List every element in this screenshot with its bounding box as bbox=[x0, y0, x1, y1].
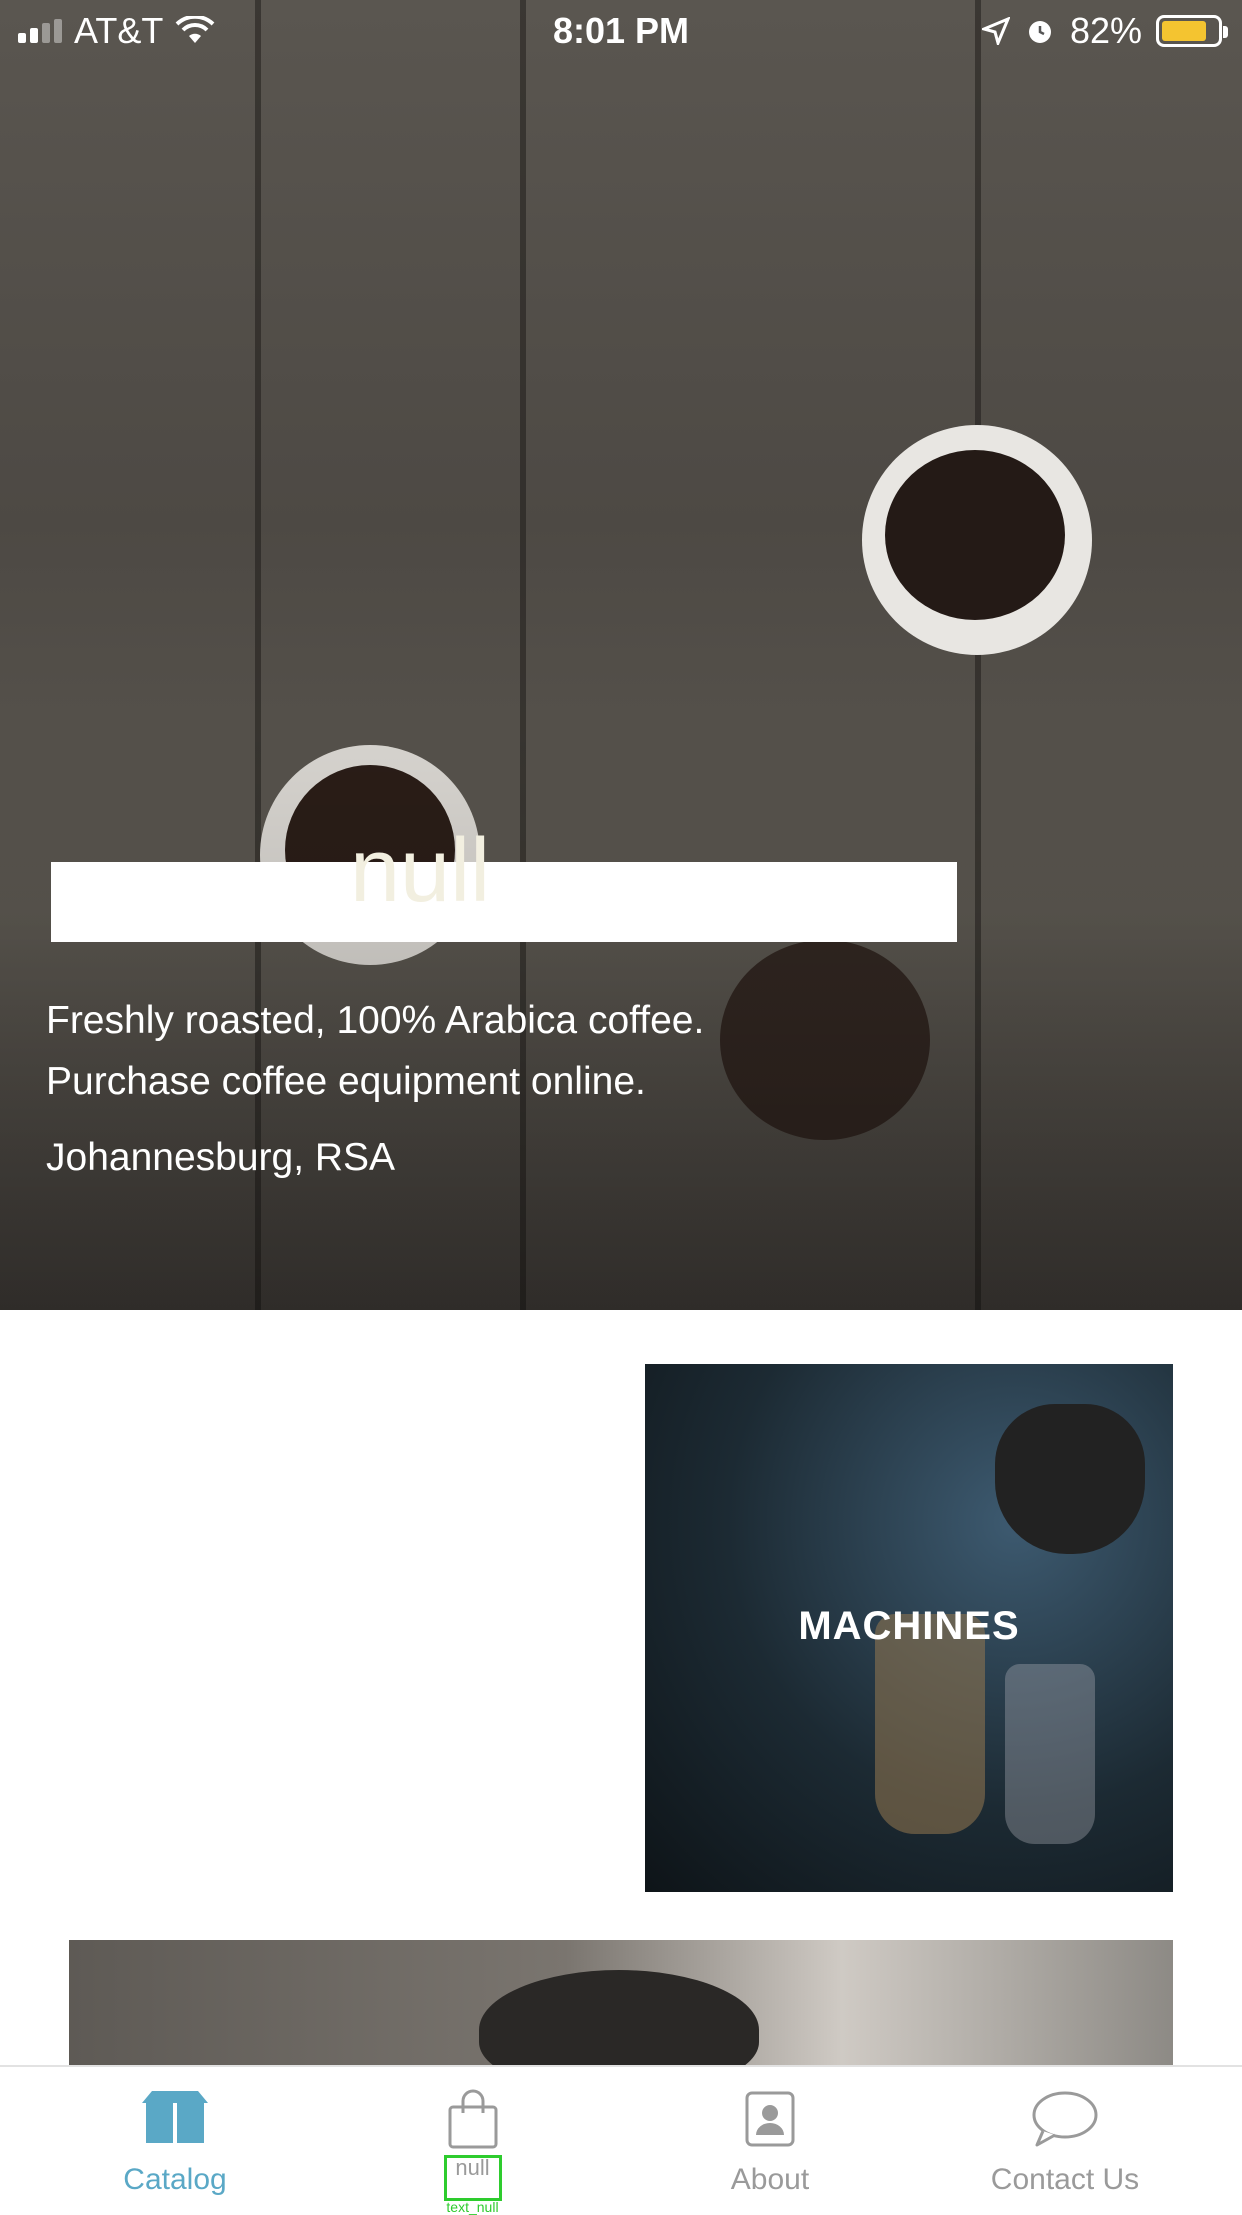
hero-title: null bbox=[350, 821, 491, 921]
alarm-icon bbox=[1028, 21, 1051, 43]
tab-catalog[interactable]: Catalog bbox=[70, 2067, 280, 2210]
battery-percent: 82% bbox=[1069, 10, 1142, 51]
tab-about[interactable]: About bbox=[665, 2067, 875, 2210]
debug-label: text_null bbox=[446, 2199, 499, 2215]
tab-label: Catalog bbox=[123, 2163, 227, 2196]
contact-card-icon bbox=[745, 2091, 795, 2147]
chat-bubble-icon bbox=[1032, 2091, 1098, 2147]
hero-title-banner bbox=[51, 862, 957, 942]
tagline-line-2: Purchase coffee equipment online. bbox=[46, 1060, 646, 1103]
tagline-line-1: Freshly roasted, 100% Arabica coffee. bbox=[46, 999, 705, 1042]
location-arrow-icon bbox=[981, 17, 1010, 45]
hero-image: null Freshly roasted, 100% Arabica coffe… bbox=[0, 0, 1242, 1310]
status-bar: AT&T 8:01 PM 82% bbox=[0, 0, 1242, 62]
category-tile-partial[interactable] bbox=[69, 1940, 1173, 2065]
hero-location: Johannesburg, RSA bbox=[46, 1136, 396, 1179]
tab-label: Contact Us bbox=[990, 2163, 1140, 2196]
tab-bar: Catalog null text_null About Contact Us bbox=[0, 2065, 1242, 2215]
shopping-bag-icon bbox=[448, 2089, 497, 2149]
category-tile-machines[interactable]: MACHINES bbox=[645, 1364, 1173, 1892]
battery-icon bbox=[1156, 15, 1228, 47]
tab-cart[interactable]: null text_null bbox=[370, 2067, 575, 2215]
tab-contact-us[interactable]: Contact Us bbox=[960, 2067, 1170, 2210]
tab-label: About bbox=[730, 2163, 810, 2196]
hero-tagline: Freshly roasted, 100% Arabica coffee. Pu… bbox=[46, 990, 946, 1112]
category-label: MACHINES bbox=[798, 1604, 1020, 1648]
tab-label: null bbox=[455, 2155, 490, 2180]
box-icon bbox=[142, 2091, 208, 2143]
